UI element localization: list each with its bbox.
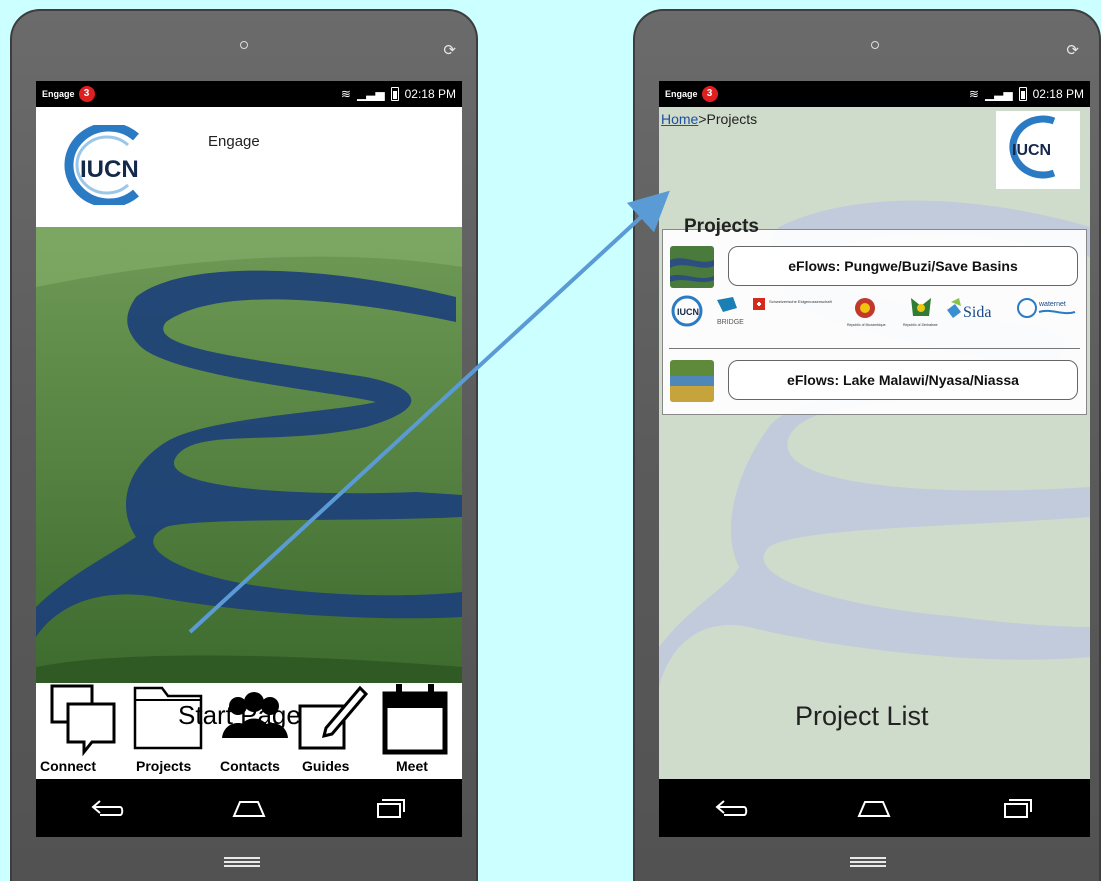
forest-river-image [36, 227, 462, 683]
sponsor-sida: Sida [963, 304, 991, 321]
calendar-icon [382, 684, 448, 755]
iucn-logo-text: IUCN [1012, 142, 1051, 159]
home-icon[interactable] [854, 793, 894, 823]
wifi-icon: ≋ [340, 87, 351, 101]
nav-label: Meet [396, 758, 428, 774]
projects-heading: Projects [684, 216, 759, 237]
sponsor-bridge: BRIDGE [717, 319, 744, 326]
camera-icon [240, 41, 248, 49]
start-page-screen: Engage 3 ≋ ▁▃▅ 02:18 PM IUCN Engage Conn… [36, 81, 462, 837]
recent-apps-icon[interactable] [371, 793, 411, 823]
hardware-menu-icon[interactable] [850, 857, 886, 867]
breadcrumb-current: Projects [706, 111, 758, 127]
app-header: IUCN Engage [36, 107, 462, 227]
rotate-icon: ⟳ [443, 41, 456, 59]
screen-caption: Start Page [178, 700, 301, 730]
breadcrumb-separator: > [698, 111, 707, 127]
phone-project-list: ⟳ Engage 3 ≋ ▁▃▅ 02:18 PM Home>Projects … [633, 9, 1101, 881]
iucn-logo[interactable]: IUCN [996, 111, 1080, 189]
sponsor-mozambique: Republic of Mozambique [847, 323, 886, 327]
project-thumbnail [670, 360, 714, 402]
nav-guides[interactable]: Guides [296, 678, 368, 774]
chat-bubbles-icon [50, 684, 116, 756]
android-nav-bar [659, 779, 1090, 837]
home-icon[interactable] [229, 793, 269, 823]
notification-badge: 3 [701, 86, 718, 102]
status-app-name: Engage [665, 89, 698, 99]
status-time: 02:18 PM [1032, 87, 1084, 101]
breadcrumb-home-link[interactable]: Home [661, 111, 698, 127]
hardware-menu-icon[interactable] [224, 857, 260, 867]
edit-icon [298, 685, 368, 750]
nav-label: Connect [40, 758, 96, 774]
sponsor-swiss: Schweizerische Eidgenossenschaft [769, 299, 833, 304]
recent-apps-icon[interactable] [998, 793, 1038, 823]
status-time: 02:18 PM [404, 87, 456, 101]
camera-icon [871, 41, 879, 49]
projects-group: Projects eFlows: Pungwe/Buzi/Save Basins… [662, 216, 1087, 415]
screen-caption: Project List [795, 701, 929, 731]
battery-icon [390, 87, 399, 101]
project-item: eFlows: Lake Malawi/Nyasa/Niassa [670, 360, 1078, 404]
canvas-gutter [487, 0, 633, 881]
background-fade [659, 107, 1090, 779]
nav-connect[interactable]: Connect [40, 678, 118, 774]
project-button[interactable]: eFlows: Pungwe/Buzi/Save Basins [728, 246, 1078, 286]
iucn-logo-text: IUCN [80, 156, 139, 183]
nav-label: Projects [136, 758, 192, 774]
nav-meet[interactable]: Meet [376, 678, 452, 774]
back-icon[interactable] [711, 793, 751, 823]
sponsor-logos: IUCN BRIDGE Schweizerische Eidgenossensc… [671, 295, 1076, 327]
wifi-icon: ≋ [968, 87, 979, 101]
phone-start-page: ⟳ Engage 3 ≋ ▁▃▅ 02:18 PM IUCN Engage Co… [10, 9, 478, 881]
sponsor-iucn: IUCN [677, 307, 699, 317]
back-icon[interactable] [87, 793, 127, 823]
rotate-icon: ⟳ [1066, 41, 1079, 59]
signal-icon: ▁▃▅ [356, 87, 385, 101]
status-bar: Engage 3 ≋ ▁▃▅ 02:18 PM [659, 81, 1090, 107]
nav-label: Contacts [220, 758, 280, 774]
status-bar: Engage 3 ≋ ▁▃▅ 02:18 PM [36, 81, 462, 107]
divider [669, 348, 1080, 349]
signal-icon: ▁▃▅ [984, 87, 1013, 101]
status-app-name: Engage [42, 89, 75, 99]
iucn-logo[interactable]: IUCN [58, 125, 178, 205]
project-thumbnail [670, 246, 714, 288]
android-nav-bar [36, 779, 462, 837]
breadcrumb: Home>Projects [661, 111, 757, 127]
notification-badge: 3 [78, 86, 95, 102]
sponsor-waternet: waternet [1038, 301, 1066, 308]
project-button[interactable]: eFlows: Lake Malawi/Nyasa/Niassa [728, 360, 1078, 400]
battery-icon [1018, 87, 1027, 101]
bottom-nav: Connect Projects Contacts Guides Meet St… [36, 683, 462, 779]
project-list-screen: Engage 3 ≋ ▁▃▅ 02:18 PM Home>Projects IU… [659, 81, 1090, 837]
app-title: Engage [208, 133, 260, 150]
project-item: eFlows: Pungwe/Buzi/Save Basins [670, 246, 1078, 290]
sponsor-zimbabwe: Republic of Zimbabwe [903, 323, 938, 327]
nav-label: Guides [302, 758, 350, 774]
